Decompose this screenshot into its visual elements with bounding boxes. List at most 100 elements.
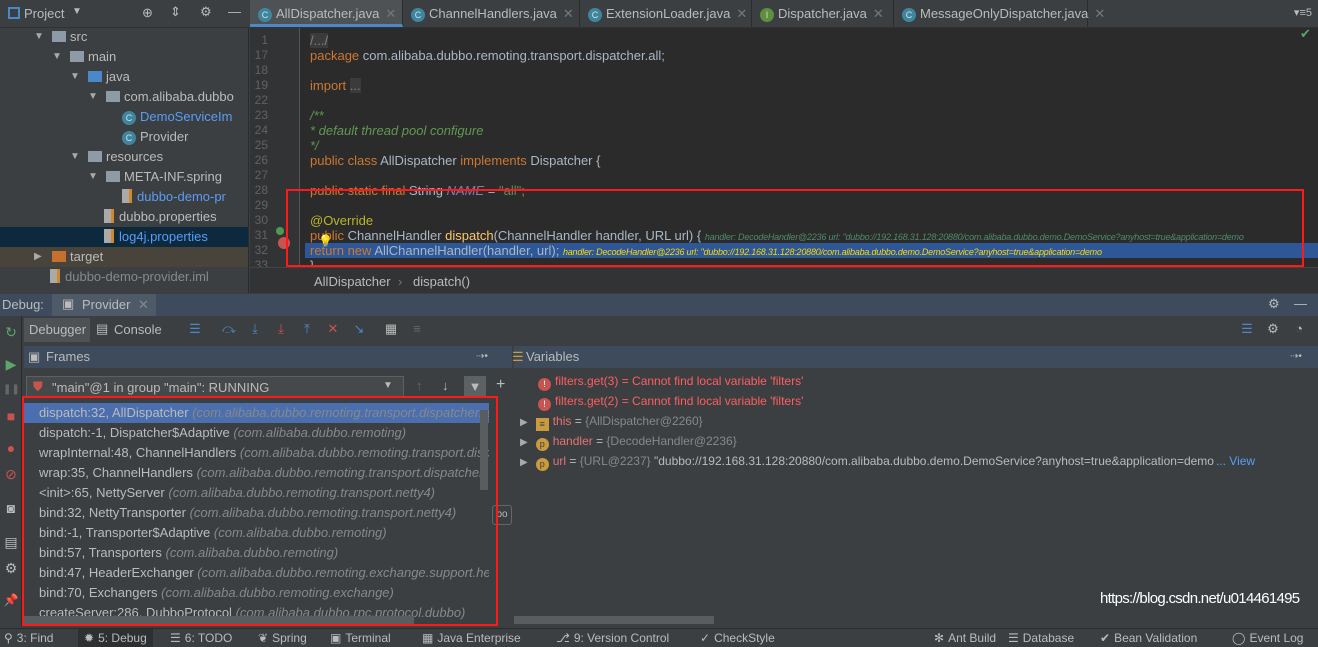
expanded-arrow-icon[interactable]: ▼: [34, 27, 44, 47]
project-view-selector[interactable]: Project: [24, 6, 64, 21]
tree-item[interactable]: dubbo-demo-pr: [0, 187, 248, 207]
tool-window-java-enterprise[interactable]: ▦ Java Enterprise: [422, 629, 521, 647]
expand-arrow-icon[interactable]: ▶: [520, 457, 528, 468]
tool-window-version-control[interactable]: ⎇ 9: Version Control: [556, 629, 669, 647]
variable-item[interactable]: ▶ p handler = {DecodeHandler@2236}: [520, 431, 1310, 451]
tab-console[interactable]: ▤ Console: [96, 318, 186, 342]
collapse-all-icon[interactable]: ⇕: [170, 4, 181, 20]
tool-window-database[interactable]: ☰ Database: [1008, 629, 1074, 647]
expand-arrow-icon[interactable]: ▶: [520, 417, 528, 428]
pin-icon[interactable]: ⇢•: [476, 346, 488, 368]
step-into-icon[interactable]: ⤓: [246, 318, 264, 340]
code-line[interactable]: package com.alibaba.dubbo.remoting.trans…: [310, 48, 665, 63]
close-icon[interactable]: ✕: [385, 6, 396, 21]
variable-item[interactable]: ▶ p url = {URL@2237} "dubbo://192.168.31.1…: [520, 451, 1310, 471]
code-line[interactable]: * default thread pool configure: [310, 123, 483, 138]
tab-messageonlydispatcher[interactable]: C MessageOnlyDispatcher.java ✕: [894, 0, 1105, 27]
tab-list-button[interactable]: ▾≡5: [1294, 6, 1312, 19]
tree-item[interactable]: C DemoServiceIm: [0, 107, 248, 127]
stop-icon[interactable]: ■: [3, 408, 19, 424]
close-icon[interactable]: ✕: [563, 6, 574, 21]
threads-icon[interactable]: ⚙: [1264, 318, 1282, 340]
chevron-down-icon[interactable]: ▼: [72, 6, 82, 17]
view-breakpoints-icon[interactable]: ●: [3, 440, 19, 456]
code-line[interactable]: /**: [310, 108, 324, 123]
layout-icon[interactable]: ▤: [3, 534, 19, 550]
gear-icon[interactable]: ⚙: [200, 4, 212, 20]
close-icon[interactable]: ✕: [873, 6, 884, 21]
force-step-into-icon[interactable]: ⤓: [272, 318, 290, 340]
tool-window-ant-build[interactable]: ✻ Ant Build: [934, 629, 996, 647]
close-icon[interactable]: ✕: [138, 297, 149, 313]
tool-window-terminal[interactable]: ▣ Terminal: [330, 629, 391, 647]
pause-icon[interactable]: ❚❚: [3, 382, 20, 398]
drop-frame-icon[interactable]: ✕: [324, 318, 342, 340]
tab-dispatcher[interactable]: I Dispatcher.java ✕: [752, 0, 894, 27]
previous-frame-icon[interactable]: ↑: [416, 378, 423, 393]
tool-window-checkstyle[interactable]: ✓ CheckStyle: [700, 629, 775, 647]
tab-alldispatcher[interactable]: C AllDispatcher.java ✕: [250, 0, 403, 27]
breadcrumb-class[interactable]: AllDispatcher: [314, 274, 391, 289]
locate-icon[interactable]: ⊕: [142, 5, 153, 21]
tree-item[interactable]: ▼ src: [0, 27, 248, 47]
tree-item[interactable]: ▼ META-INF.spring: [0, 167, 248, 187]
tree-item[interactable]: ▼ resources: [0, 147, 248, 167]
variable-item[interactable]: ! filters.get(3) = Cannot find local vari…: [520, 371, 1310, 391]
code-line[interactable]: /.../: [310, 33, 329, 48]
step-out-icon[interactable]: ⤒: [298, 318, 316, 340]
restore-layout-icon[interactable]: ☰: [1238, 318, 1256, 340]
tree-item[interactable]: ▼ main: [0, 47, 248, 67]
minimize-icon[interactable]: —: [228, 4, 241, 19]
expanded-arrow-icon[interactable]: ▼: [88, 167, 98, 187]
evaluate-expression-icon[interactable]: ▦: [382, 318, 400, 340]
rerun-icon[interactable]: ↻: [3, 324, 19, 340]
step-over-icon[interactable]: ⤼: [220, 318, 238, 340]
mute-breakpoints-icon[interactable]: ⊘: [3, 466, 19, 482]
tab-debugger[interactable]: Debugger: [24, 318, 90, 342]
memory-icon[interactable]: ◔: [1290, 318, 1308, 340]
camera-icon[interactable]: ◙: [3, 500, 19, 516]
settings-icon[interactable]: ⚙: [3, 560, 19, 576]
expanded-arrow-icon[interactable]: ▼: [52, 47, 62, 67]
tree-item[interactable]: ▼ com.alibaba.dubbo: [0, 87, 248, 107]
expand-arrow-icon[interactable]: ▶: [520, 437, 528, 448]
tab-channelhandlers[interactable]: C ChannelHandlers.java ✕: [403, 0, 580, 27]
collapsed-arrow-icon[interactable]: ▶: [34, 247, 44, 267]
tool-window-debug[interactable]: ✹ 5: Debug: [78, 629, 153, 647]
code-line[interactable]: import ...: [310, 78, 361, 93]
pin-icon[interactable]: 📌: [3, 592, 19, 608]
tab-extensionloader[interactable]: C ExtensionLoader.java ✕: [580, 0, 752, 27]
pin-icon[interactable]: ⇢•: [1290, 346, 1302, 368]
gear-icon[interactable]: ⚙: [1268, 296, 1280, 312]
breadcrumb-method[interactable]: dispatch(): [413, 274, 470, 289]
implements-marker-icon[interactable]: [276, 227, 284, 235]
thread-selector[interactable]: ⛊ "main"@1 in group "main": RUNNING ▼: [26, 376, 404, 398]
variables-horizontal-scrollbar[interactable]: [514, 616, 714, 624]
close-icon[interactable]: ✕: [736, 6, 747, 21]
tool-window-find[interactable]: ⚲ 3: Find: [4, 629, 53, 647]
trace-icon[interactable]: ≡: [408, 318, 426, 340]
variable-item[interactable]: ! filters.get(2) = Cannot find local vari…: [520, 391, 1310, 411]
code-line[interactable]: public class AllDispatcher implements Di…: [310, 153, 600, 168]
tree-item[interactable]: log4j.properties: [0, 227, 248, 247]
show-execution-point-icon[interactable]: ☰: [186, 318, 204, 340]
resume-icon[interactable]: ▶: [3, 356, 19, 372]
tree-item[interactable]: ▼ java: [0, 67, 248, 87]
expanded-arrow-icon[interactable]: ▼: [88, 87, 98, 107]
filter-icon[interactable]: ▼: [464, 376, 486, 398]
tool-window-bean-validation[interactable]: ✔ Bean Validation: [1100, 629, 1197, 647]
add-watch-icon[interactable]: +: [496, 376, 505, 394]
tool-window-todo[interactable]: ☰ 6: TODO: [170, 629, 232, 647]
tree-item[interactable]: C Provider: [0, 127, 248, 147]
next-frame-icon[interactable]: ↓: [442, 378, 449, 393]
code-line[interactable]: */: [310, 138, 319, 153]
tree-item[interactable]: ▶ target: [0, 247, 248, 267]
tree-item[interactable]: dubbo-demo-provider.iml: [0, 267, 248, 287]
run-to-cursor-icon[interactable]: ↘: [350, 318, 368, 340]
view-link[interactable]: ... View: [1216, 454, 1255, 468]
tool-window-event-log[interactable]: ◯ Event Log: [1232, 629, 1303, 647]
tree-item[interactable]: dubbo.properties: [0, 207, 248, 227]
expanded-arrow-icon[interactable]: ▼: [70, 147, 80, 167]
tab-provider[interactable]: ▣ Provider ✕: [52, 294, 156, 316]
minimize-icon[interactable]: —: [1294, 296, 1307, 311]
